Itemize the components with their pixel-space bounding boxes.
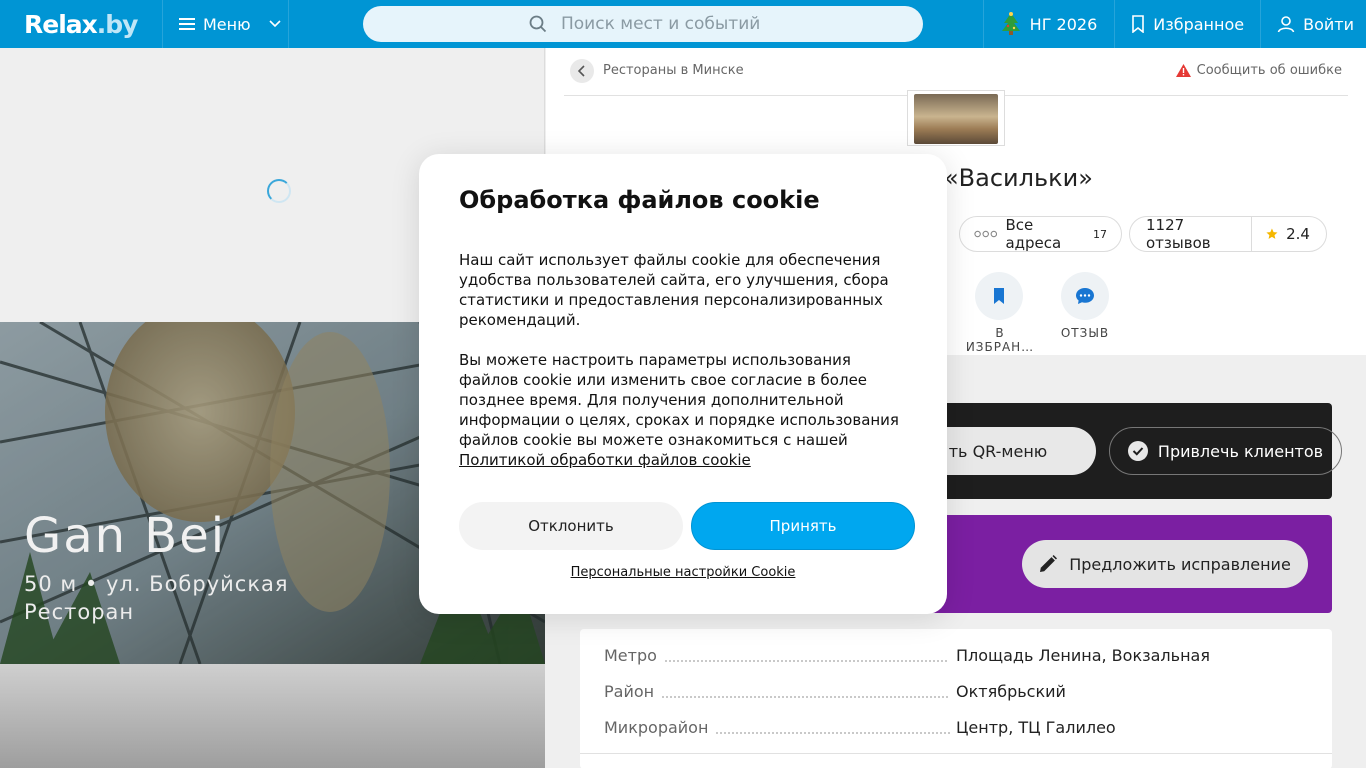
- next-card-preview: [0, 664, 545, 768]
- cookie-settings-link[interactable]: Персональные настройки Cookie: [419, 565, 947, 580]
- bookmark-icon: [1132, 15, 1145, 33]
- info-value[interactable]: Центр, ТЦ Галилео: [956, 718, 1116, 737]
- site-logo[interactable]: Relax .by: [0, 0, 163, 48]
- leader-dots: [664, 660, 947, 662]
- review-action-label: ОТЗЫВ: [1060, 326, 1110, 340]
- bookmark-icon: [994, 288, 1004, 304]
- info-key: Район: [604, 681, 655, 701]
- suggest-correction-button[interactable]: Предложить исправление: [1022, 540, 1308, 588]
- chevron-down-icon: [269, 20, 281, 28]
- attract-clients-label: Привлечь клиентов: [1157, 441, 1324, 461]
- add-to-favorites-button[interactable]: [975, 272, 1023, 320]
- hero-title: Gan Bei: [24, 508, 227, 564]
- accept-button[interactable]: Принять: [691, 502, 915, 550]
- header-actions: НГ 2026 Избранное Войти: [982, 0, 1366, 48]
- loading-spinner: [267, 179, 291, 203]
- suggest-correction-label: Предложить исправление: [1069, 554, 1291, 574]
- report-error-link[interactable]: Сообщить об ошибке: [1175, 63, 1342, 78]
- hero-type: Ресторан: [24, 600, 135, 624]
- info-row-microdistrict: Микрорайон Центр, ТЦ Галилео: [604, 715, 1308, 739]
- cookie-modal-title: Обработка файлов cookie: [459, 186, 820, 214]
- chevron-left-icon: [578, 65, 585, 77]
- write-review-button[interactable]: [1061, 272, 1109, 320]
- search-bar[interactable]: [363, 6, 923, 42]
- place-info-card: Метро Площадь Ленина, Вокзальная Район О…: [580, 629, 1332, 768]
- chip-divider: [1251, 216, 1253, 252]
- menu-label: Меню: [203, 14, 251, 34]
- info-row-metro: Метро Площадь Ленина, Вокзальная: [604, 643, 1308, 667]
- info-value[interactable]: Площадь Ленина, Вокзальная: [956, 646, 1210, 665]
- cookie-paragraph-2: Вы можете настроить параметры использова…: [459, 350, 911, 470]
- report-label: Сообщить об ошибке: [1196, 63, 1342, 78]
- ny-label: НГ 2026: [1029, 14, 1098, 34]
- login-link[interactable]: Войти: [1260, 0, 1366, 48]
- all-addresses-chip[interactable]: Все адреса 17: [959, 216, 1122, 252]
- check-circle-icon: [1127, 441, 1148, 461]
- top-header: Relax.by Меню НГ 2026 Избранное Войти: [0, 0, 1366, 48]
- reviews-chip[interactable]: 1127 отзывов 2.4: [1129, 216, 1327, 252]
- search-icon: [529, 15, 547, 33]
- cookie-policy-link[interactable]: Политикой обработки файлов cookie: [459, 451, 751, 469]
- menu-button[interactable]: Меню: [163, 0, 289, 48]
- leader-dots: [716, 732, 951, 734]
- favorites-label: Избранное: [1153, 14, 1245, 34]
- reviews-count: 1127 отзывов: [1146, 216, 1211, 252]
- christmas-tree-icon: [1001, 12, 1020, 35]
- pencil-icon: [1040, 555, 1058, 572]
- place-thumbnail[interactable]: [907, 90, 1005, 146]
- all-addresses-count: 17: [1093, 227, 1107, 241]
- rating-value: 2.4: [1286, 225, 1310, 243]
- info-key: Метро: [604, 645, 657, 665]
- warning-icon: [1175, 64, 1191, 77]
- info-key: Микрорайон: [604, 717, 709, 737]
- login-label: Войти: [1303, 14, 1354, 34]
- favorites-action-label: В ИЗБРАН…: [965, 326, 1035, 354]
- search-input[interactable]: [561, 6, 901, 42]
- place-title: «Васильки»: [944, 164, 1093, 192]
- breadcrumb[interactable]: Рестораны в Минске: [603, 63, 744, 78]
- ny-2026-link[interactable]: НГ 2026: [982, 0, 1115, 48]
- cookie-paragraph-2-text: Вы можете настроить параметры использова…: [459, 351, 899, 449]
- attract-clients-button[interactable]: Привлечь клиентов: [1109, 427, 1342, 475]
- divider: [580, 753, 1332, 754]
- cookie-paragraph-1: Наш сайт использует файлы cookie для обе…: [459, 251, 889, 329]
- back-button[interactable]: [570, 59, 594, 83]
- cookie-consent-modal: Обработка файлов cookie Наш сайт использ…: [419, 154, 947, 614]
- thumbnail-image: [914, 94, 998, 144]
- chat-icon: [1076, 288, 1094, 304]
- info-row-district: Район Октябрьский: [604, 679, 1308, 703]
- leader-dots: [662, 696, 949, 698]
- decline-button[interactable]: Отклонить: [459, 502, 683, 550]
- info-value[interactable]: Октябрьский: [956, 682, 1066, 701]
- all-addresses-label: Все адреса: [1005, 216, 1062, 252]
- dots-icon: [974, 230, 998, 238]
- favorites-link[interactable]: Избранное: [1114, 0, 1260, 48]
- hero-subtitle: 50 м • ул. Бобруйская: [24, 572, 289, 596]
- user-icon: [1277, 16, 1295, 33]
- hamburger-icon: [179, 18, 195, 30]
- star-icon: [1266, 228, 1278, 239]
